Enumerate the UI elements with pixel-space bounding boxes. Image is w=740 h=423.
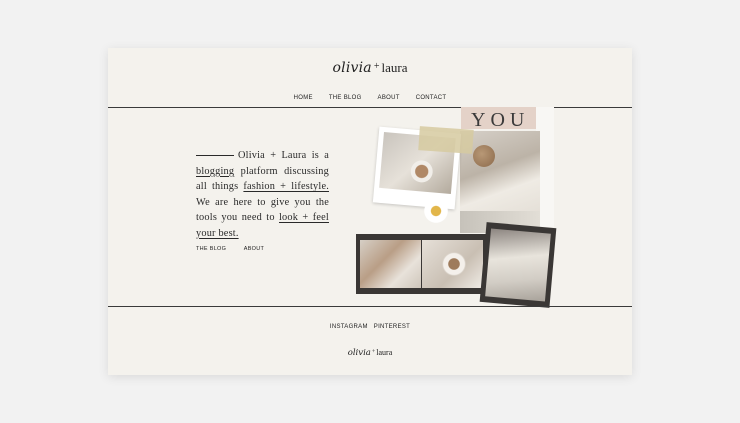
nav-the-blog[interactable]: THE BLOG bbox=[329, 95, 362, 101]
washi-tape bbox=[418, 126, 474, 154]
film-frame-coffee bbox=[422, 240, 483, 288]
coffee-saucer bbox=[442, 252, 466, 276]
nav-about[interactable]: ABOUT bbox=[378, 95, 400, 101]
vest-image bbox=[485, 228, 551, 302]
nav-contact[interactable]: CONTACT bbox=[416, 95, 447, 101]
instagram-link[interactable]: INSTAGRAM bbox=[330, 324, 368, 330]
link-about[interactable]: ABOUT bbox=[244, 246, 264, 252]
film-strip bbox=[356, 234, 486, 294]
footer-logo-script: olivia bbox=[347, 348, 371, 358]
website-card: olivia + laura HOME THE BLOG ABOUT CONTACT… bbox=[108, 48, 632, 375]
photo-hair-bun bbox=[473, 145, 495, 167]
footer-logo-plus: + bbox=[371, 349, 376, 355]
footer-divider bbox=[108, 306, 632, 307]
film-photo-vest bbox=[479, 222, 557, 308]
nav-home[interactable]: HOME bbox=[294, 95, 313, 101]
coffee-cup bbox=[409, 159, 434, 184]
logo-script: olivia bbox=[332, 60, 372, 76]
logo-name: laura bbox=[381, 60, 408, 75]
intro-part-1: Olivia + Laura is a bbox=[238, 150, 329, 161]
intro-links: THE BLOG ABOUT bbox=[196, 246, 280, 252]
intro-text: Olivia + Laura is a blogging platform di… bbox=[196, 148, 329, 241]
link-the-blog[interactable]: THE BLOG bbox=[196, 246, 226, 252]
logo-plus: + bbox=[373, 61, 380, 72]
footer-logo-name: laura bbox=[376, 348, 393, 357]
film-frame-shoes bbox=[360, 240, 421, 288]
daisy-flower bbox=[423, 198, 449, 224]
site-logo[interactable]: olivia + laura bbox=[108, 59, 632, 77]
social-links: INSTAGRAM PINTEREST bbox=[108, 324, 632, 330]
fashion-lifestyle-link[interactable]: fashion + lifestyle. bbox=[243, 181, 329, 192]
intro-dash bbox=[196, 155, 234, 157]
footer-logo[interactable]: olivia+laura bbox=[108, 342, 632, 360]
blogging-link[interactable]: blogging bbox=[196, 166, 234, 177]
you-text: YOU bbox=[471, 109, 530, 131]
pinterest-link[interactable]: PINTEREST bbox=[374, 324, 410, 330]
main-nav: HOME THE BLOG ABOUT CONTACT bbox=[108, 95, 632, 101]
